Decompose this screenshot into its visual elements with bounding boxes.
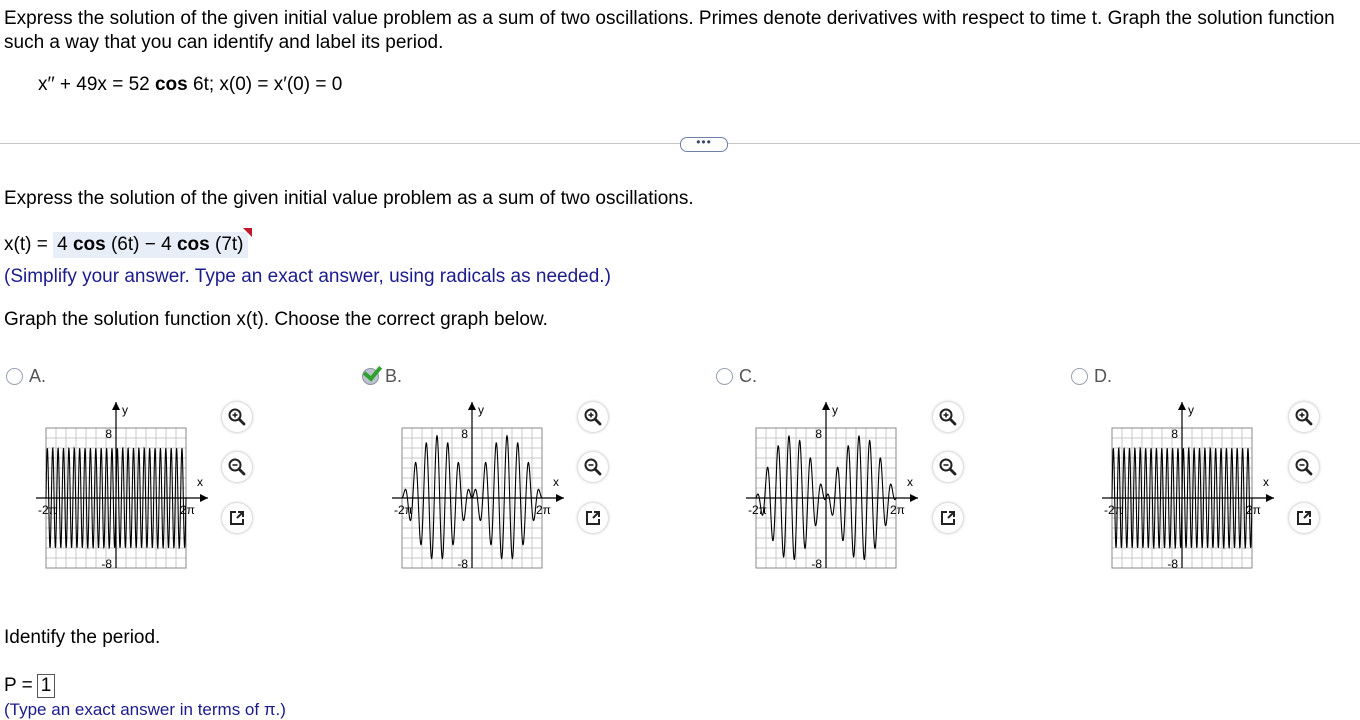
part2-prompt: Graph the solution function x(t). Choose… (4, 309, 548, 330)
zoom-out-icon[interactable] (933, 452, 963, 482)
x-tick-label: 2π (180, 503, 195, 517)
open-window-icon[interactable] (222, 503, 252, 533)
y-axis-arrow (112, 402, 120, 410)
magnifier-handle (948, 417, 957, 426)
zoom-in-icon[interactable] (222, 402, 252, 432)
zoom-out-icon[interactable] (222, 452, 252, 482)
equation: x′′ + 49x = 52 cos 6t; x(0) = x′(0) = 0 (38, 74, 342, 96)
choice-a[interactable]: A. (6, 366, 46, 387)
y-axis-label: y (122, 403, 128, 417)
x-axis-label: x (907, 475, 913, 489)
x-tick-label: -2π (394, 503, 413, 517)
x-axis-arrow (200, 494, 208, 502)
magnifier-handle (237, 467, 246, 476)
choice-c-label: C. (739, 366, 757, 386)
x-axis-arrow (556, 494, 564, 502)
graph-c[interactable]: y x 8 -8 -2π 2π (744, 400, 924, 572)
x-axis-label: x (553, 475, 559, 489)
x-axis-arrow (910, 494, 918, 502)
y-tick-label: -8 (1167, 557, 1178, 571)
zoom-in-icon[interactable] (1289, 402, 1319, 432)
choice-d[interactable]: D. (1071, 366, 1112, 387)
answer-prefix: x(t) = (4, 234, 54, 255)
arrow-shape (1303, 511, 1311, 519)
y-axis-label: y (1188, 403, 1194, 417)
arrow-shape (236, 511, 244, 519)
arrow-shape (947, 511, 955, 519)
y-tick-label: 8 (105, 427, 112, 441)
x-axis-label: x (1263, 475, 1269, 489)
y-axis-arrow (468, 402, 476, 410)
x-tick-label: 2π (1246, 503, 1261, 517)
y-tick-label: 8 (815, 427, 822, 441)
answer-flag-icon (242, 228, 252, 237)
part1-prompt: Express the solution of the given initia… (4, 188, 694, 209)
y-axis-label: y (832, 403, 838, 417)
graph-a[interactable]: y x 8 -8 -2π 2π (34, 400, 214, 572)
magnifier-handle (593, 417, 602, 426)
magnifier-handle (948, 467, 957, 476)
open-window-icon[interactable] (578, 503, 608, 533)
magnifier-handle (1304, 467, 1313, 476)
answer-input[interactable]: 4 cos (6t) − 4 cos (7t) (53, 228, 252, 258)
y-axis-label: y (478, 403, 484, 417)
part1-hint: (Simplify your answer. Type an exact ans… (4, 266, 611, 287)
choice-c[interactable]: C. (716, 366, 757, 387)
graph-d[interactable]: y x 8 -8 -2π 2π (1100, 400, 1280, 572)
magnifier-handle (237, 417, 246, 426)
x-axis-arrow (1266, 494, 1274, 502)
answer-term-c: (7t) (209, 234, 244, 255)
answer-term-b: (6t) − 4 (105, 234, 177, 255)
zoom-in-icon[interactable] (933, 402, 963, 432)
graph-b[interactable]: y x 8 -8 -2π 2π (390, 400, 570, 572)
x-tick-label: 2π (890, 503, 905, 517)
y-axis-arrow (822, 402, 830, 410)
y-tick-label: 8 (1171, 427, 1178, 441)
radio-d[interactable] (1071, 368, 1088, 385)
question-text-line2: such a way that you can identify and lab… (4, 32, 444, 53)
checkmark-icon (362, 361, 383, 382)
y-axis-arrow (1178, 402, 1186, 410)
period-prefix: P = (4, 675, 33, 696)
arrow-shape (592, 511, 600, 519)
open-window-icon[interactable] (933, 503, 963, 533)
choice-d-label: D. (1094, 366, 1112, 386)
choice-a-label: A. (29, 366, 47, 386)
x-tick-label: 2π (536, 503, 551, 517)
period-row: P = 1 (4, 674, 56, 698)
answer-term-a: 4 (57, 234, 73, 255)
equation-lhs: x′′ + 49x = 52 (38, 74, 155, 95)
more-button[interactable]: ••• (680, 136, 728, 152)
y-tick-label: 8 (461, 427, 468, 441)
magnifier-handle (593, 467, 602, 476)
zoom-out-icon[interactable] (1289, 452, 1319, 482)
choice-b[interactable]: B. (362, 361, 403, 387)
equation-rhs: 6t; x(0) = x′(0) = 0 (187, 74, 343, 95)
part1-answer-row: x(t) = 4 cos (6t) − 4 cos (7t) (4, 228, 252, 258)
part3-prompt: Identify the period. (4, 627, 161, 648)
x-axis-label: x (197, 475, 203, 489)
x-tick-label: -2π (38, 503, 57, 517)
choice-b-label: B. (385, 366, 403, 386)
question-text-line1: Express the solution of the given initia… (4, 8, 1335, 29)
radio-b-selected[interactable] (362, 361, 383, 385)
x-tick-label: -2π (1104, 503, 1123, 517)
answer-cos-1: cos (72, 234, 106, 255)
part3-hint: (Type an exact answer in terms of π.) (4, 700, 286, 719)
zoom-out-icon[interactable] (578, 452, 608, 482)
open-window-icon[interactable] (1289, 503, 1319, 533)
y-tick-label: -8 (811, 557, 822, 571)
equation-cos: cos (154, 74, 188, 95)
period-input[interactable]: 1 (36, 674, 56, 698)
answer-cos-2: cos (176, 234, 210, 255)
radio-a[interactable] (6, 368, 23, 385)
zoom-in-icon[interactable] (578, 402, 608, 432)
radio-c[interactable] (716, 368, 733, 385)
x-tick-label: -2π (748, 503, 767, 517)
y-tick-label: -8 (457, 557, 468, 571)
y-tick-label: -8 (101, 557, 112, 571)
magnifier-handle (1304, 417, 1313, 426)
